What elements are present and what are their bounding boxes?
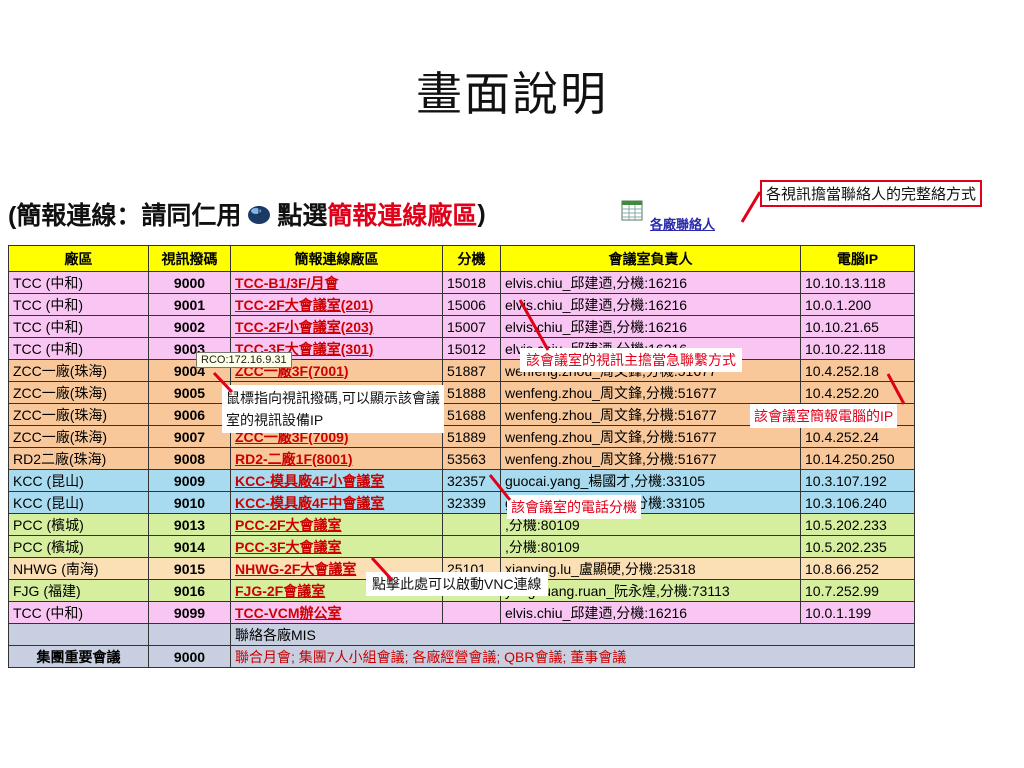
arrow-emergency [518, 299, 550, 351]
arrow-hover [212, 371, 234, 394]
annotation-arrows [212, 191, 906, 582]
arrow-pc-ip [886, 373, 906, 405]
arrow-contact [740, 191, 762, 223]
arrow-phone [488, 474, 512, 501]
arrow-vnc [370, 556, 394, 582]
